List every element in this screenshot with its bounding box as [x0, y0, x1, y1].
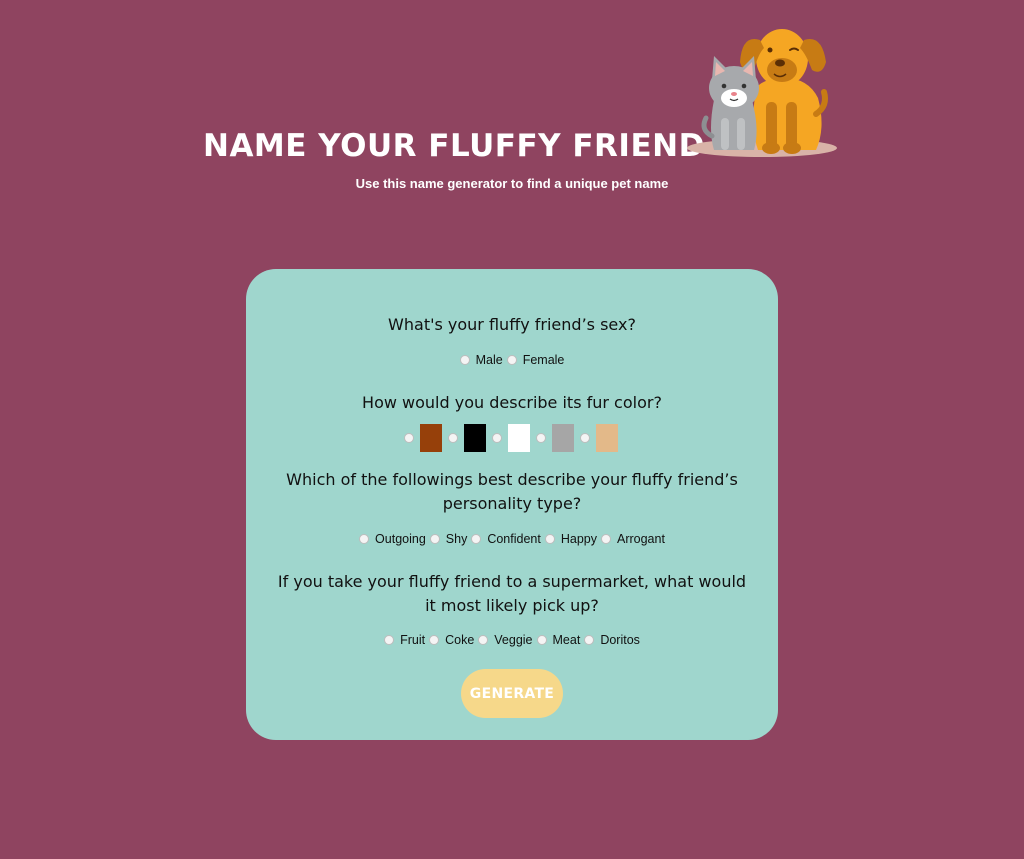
fur-color-option[interactable] [448, 424, 488, 452]
name-generator-form: What's your fluffy friend’s sex? Male Fe… [246, 269, 778, 740]
page-title: NAME YOUR FLUFFY FRIEND [203, 128, 705, 164]
personality-option-confident[interactable]: Confident [471, 531, 541, 547]
fur-color-options [246, 424, 778, 452]
sex-question: What's your fluffy friend’s sex? [388, 315, 636, 334]
supermarket-option-veggie[interactable]: Veggie [478, 632, 533, 648]
option-label: Doritos [600, 633, 640, 647]
fur-color-swatch [596, 424, 618, 452]
supermarket-option-meat[interactable]: Meat [536, 632, 581, 648]
sex-option-female[interactable]: Female [506, 352, 565, 368]
option-label: Fruit [400, 633, 426, 647]
radio-button[interactable] [448, 433, 458, 443]
radio-button[interactable] [404, 433, 414, 443]
radio-button[interactable] [506, 355, 517, 365]
dog-and-cat-illustration [687, 29, 837, 157]
option-label: Meat [552, 633, 581, 647]
fur-color-swatch [420, 424, 442, 452]
personality-option-outgoing[interactable]: Outgoing [359, 531, 426, 547]
radio-button[interactable] [536, 433, 546, 443]
page-subtitle: Use this name generator to find a unique… [355, 176, 669, 191]
radio-button[interactable] [600, 534, 611, 544]
option-label: Happy [560, 532, 597, 546]
supermarket-option-coke[interactable]: Coke [429, 632, 474, 648]
sex-option-male[interactable]: Male [459, 352, 503, 368]
option-label: Female [522, 353, 565, 367]
fur-color-question: How would you describe its fur color? [362, 393, 662, 412]
radio-button[interactable] [544, 534, 555, 544]
personality-question: Which of the followings best describe yo… [286, 470, 738, 513]
fur-color-option[interactable] [580, 424, 620, 452]
radio-button[interactable] [580, 433, 590, 443]
radio-button[interactable] [478, 635, 489, 645]
supermarket-options: Fruit Coke Veggie Meat Doritos [246, 632, 778, 648]
radio-button[interactable] [492, 433, 502, 443]
radio-button[interactable] [536, 635, 547, 645]
option-label: Veggie [494, 633, 533, 647]
option-label: Male [475, 353, 503, 367]
radio-button[interactable] [584, 635, 595, 645]
fur-color-swatch [552, 424, 574, 452]
radio-button[interactable] [471, 534, 482, 544]
personality-option-arrogant[interactable]: Arrogant [600, 531, 665, 547]
radio-button[interactable] [429, 635, 440, 645]
fur-color-option[interactable] [492, 424, 532, 452]
radio-button[interactable] [429, 534, 440, 544]
supermarket-option-fruit[interactable]: Fruit [384, 632, 425, 648]
personality-option-happy[interactable]: Happy [544, 531, 597, 547]
sex-options: Male Female [246, 352, 778, 368]
fur-color-swatch [464, 424, 486, 452]
option-label: Arrogant [616, 532, 665, 546]
supermarket-option-doritos[interactable]: Doritos [584, 632, 640, 648]
fur-color-option[interactable] [536, 424, 576, 452]
option-label: Confident [487, 532, 541, 546]
personality-option-shy[interactable]: Shy [429, 531, 468, 547]
supermarket-question: If you take your fluffy friend to a supe… [277, 572, 747, 615]
fur-color-option[interactable] [404, 424, 444, 452]
radio-button[interactable] [459, 355, 470, 365]
option-label: Outgoing [375, 532, 426, 546]
radio-button[interactable] [359, 534, 370, 544]
personality-options: Outgoing Shy Confident Happy Arrogant [246, 531, 778, 547]
radio-button[interactable] [384, 635, 395, 645]
option-label: Coke [445, 633, 475, 647]
generate-button[interactable]: GENERATE [461, 669, 563, 718]
option-label: Shy [445, 532, 468, 546]
fur-color-swatch [508, 424, 530, 452]
